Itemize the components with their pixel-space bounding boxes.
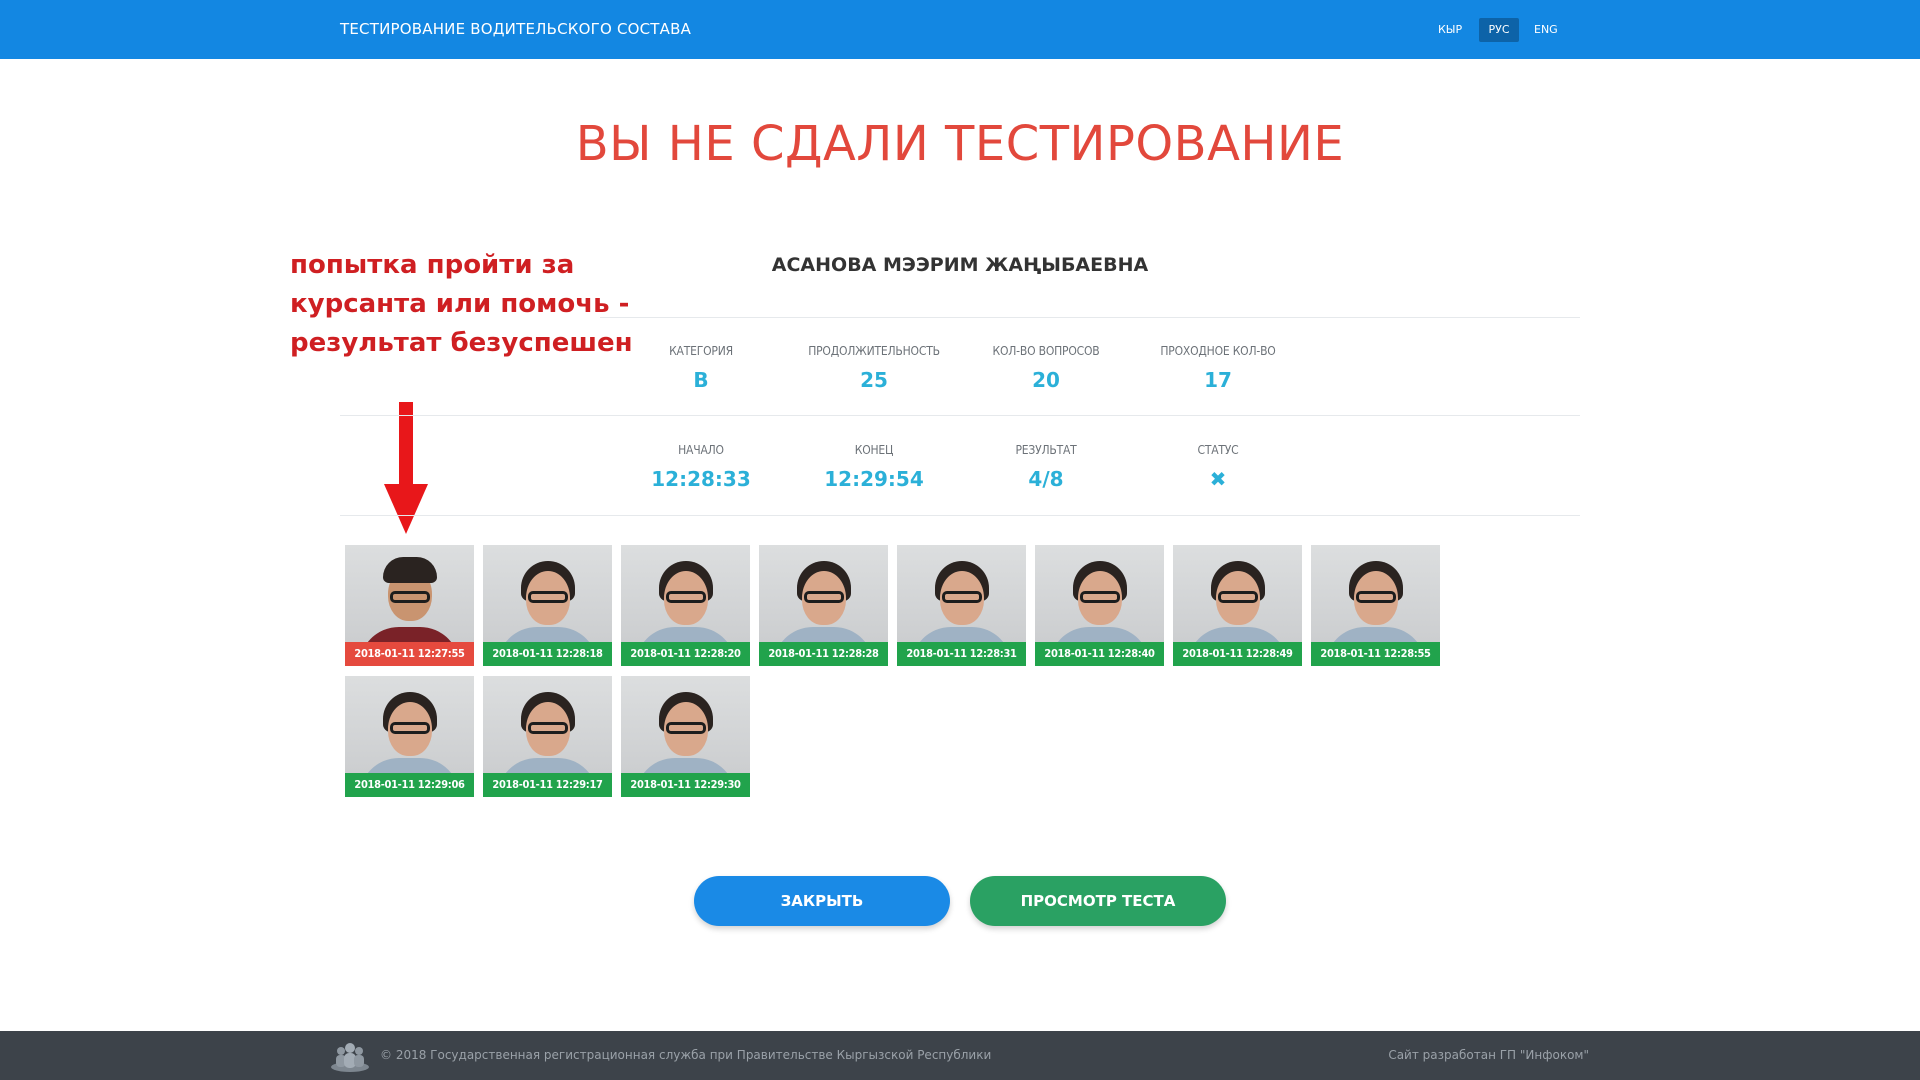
stat-question-count: КОЛ-ВО ВОПРОСОВ 20 [946, 344, 1146, 392]
stat-category: КАТЕГОРИЯ B [601, 344, 801, 392]
annotation-line: результат безуспешен [290, 328, 633, 358]
result-title: ВЫ НЕ СДАЛИ ТЕСТИРОВАНИЕ [575, 116, 1345, 172]
photo-timestamp: 2018-01-11 12:29:30 [621, 773, 750, 797]
stat-end: КОНЕЦ 12:29:54 [774, 443, 974, 491]
stat-label: ПРОХОДНОЕ КОЛ-ВО [1160, 344, 1276, 358]
photo-timestamp: 2018-01-11 12:29:17 [483, 773, 612, 797]
stat-value: 12:28:33 [651, 467, 751, 491]
divider [340, 415, 1580, 416]
webcam-photo[interactable]: 2018-01-11 12:29:06 [345, 676, 474, 797]
photo-timestamp: 2018-01-11 12:28:18 [483, 642, 612, 666]
person-name: АСАНОВА МЭЭРИМ ЖАҢЫБАЕВНА [771, 254, 1149, 276]
annotation-line: курсанта или помочь - [290, 289, 630, 319]
webcam-photo[interactable]: 2018-01-11 12:28:31 [897, 545, 1026, 666]
stat-duration: ПРОДОЛЖИТЕЛЬНОСТЬ 25 [774, 344, 974, 392]
stat-label: ПРОДОЛЖИТЕЛЬНОСТЬ [808, 344, 940, 358]
stat-value: 17 [1204, 368, 1232, 392]
divider [600, 317, 1580, 318]
stat-value: 4/8 [1028, 467, 1064, 491]
photo-timestamp: 2018-01-11 12:28:49 [1173, 642, 1302, 666]
view-test-button[interactable]: ПРОСМОТР ТЕСТА [970, 876, 1226, 926]
footer-copyright: © 2018 Государственная регистрационная с… [380, 1048, 992, 1062]
photo-timestamp: 2018-01-11 12:28:28 [759, 642, 888, 666]
photo-timestamp: 2018-01-11 12:27:55 [345, 642, 474, 666]
lang-eng-button[interactable]: ENG [1526, 18, 1566, 42]
close-button[interactable]: ЗАКРЫТЬ [694, 876, 950, 926]
stat-label: КОНЕЦ [854, 443, 894, 457]
webcam-photo[interactable]: 2018-01-11 12:28:49 [1173, 545, 1302, 666]
stat-label: НАЧАЛО [678, 443, 724, 457]
stat-status: СТАТУС ✖ [1118, 443, 1318, 491]
agency-logo-icon [331, 1043, 369, 1072]
footer: © 2018 Государственная регистрационная с… [0, 1031, 1920, 1080]
stat-value: B [693, 368, 709, 392]
webcam-photo[interactable]: 2018-01-11 12:28:28 [759, 545, 888, 666]
stat-value: 20 [1032, 368, 1060, 392]
stat-value: 25 [860, 368, 888, 392]
lang-kyr-button[interactable]: КЫР [1430, 18, 1470, 42]
photo-timestamp: 2018-01-11 12:28:31 [897, 642, 1026, 666]
status-fail-icon: ✖ [1209, 467, 1227, 491]
photo-timestamp: 2018-01-11 12:29:06 [345, 773, 474, 797]
webcam-photo[interactable]: 2018-01-11 12:29:17 [483, 676, 612, 797]
webcam-photo[interactable]: 2018-01-11 12:28:55 [1311, 545, 1440, 666]
webcam-photo[interactable]: 2018-01-11 12:27:55 [345, 545, 474, 666]
webcam-photo[interactable]: 2018-01-11 12:28:40 [1035, 545, 1164, 666]
stat-label: КАТЕГОРИЯ [669, 344, 733, 358]
top-navbar: ТЕСТИРОВАНИЕ ВОДИТЕЛЬСКОГО СОСТАВА КЫР Р… [0, 0, 1920, 59]
stat-start: НАЧАЛО 12:28:33 [601, 443, 801, 491]
photo-timestamp: 2018-01-11 12:28:40 [1035, 642, 1164, 666]
lang-rus-button[interactable]: РУС [1479, 18, 1519, 42]
photo-timestamp: 2018-01-11 12:28:55 [1311, 642, 1440, 666]
webcam-photo[interactable]: 2018-01-11 12:28:18 [483, 545, 612, 666]
stat-label: РЕЗУЛЬТАТ [1015, 443, 1077, 457]
footer-developer[interactable]: Сайт разработан ГП "Инфоком" [1388, 1048, 1589, 1062]
divider [340, 515, 1580, 516]
stat-pass-count: ПРОХОДНОЕ КОЛ-ВО 17 [1118, 344, 1318, 392]
stat-value: 12:29:54 [824, 467, 924, 491]
stat-label: СТАТУС [1197, 443, 1239, 457]
webcam-photo[interactable]: 2018-01-11 12:28:20 [621, 545, 750, 666]
photo-timestamp: 2018-01-11 12:28:20 [621, 642, 750, 666]
site-title[interactable]: ТЕСТИРОВАНИЕ ВОДИТЕЛЬСКОГО СОСТАВА [340, 20, 691, 38]
stat-label: КОЛ-ВО ВОПРОСОВ [992, 344, 1100, 358]
webcam-photo[interactable]: 2018-01-11 12:29:30 [621, 676, 750, 797]
stat-result: РЕЗУЛЬТАТ 4/8 [946, 443, 1146, 491]
